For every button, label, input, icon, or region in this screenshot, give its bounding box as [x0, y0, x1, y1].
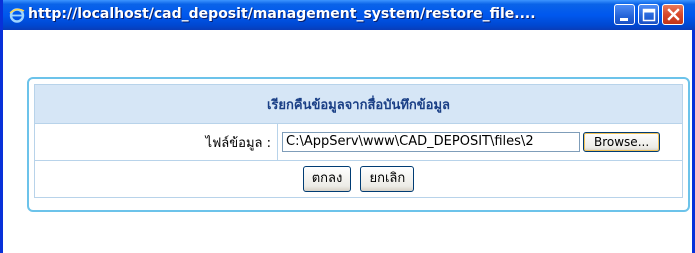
title-bar[interactable]: http://localhost/cad_deposit/management_… — [3, 0, 695, 30]
maximize-icon — [642, 8, 656, 22]
close-button[interactable] — [662, 4, 684, 25]
restore-form-table: เรียกคืนข้อมูลจากสื่อบันทึกข้อมูล ไฟล์ข้… — [34, 84, 683, 198]
form-heading: เรียกคืนข้อมูลจากสื่อบันทึกข้อมูล — [34, 84, 683, 124]
browser-popup-window: http://localhost/cad_deposit/management_… — [0, 0, 695, 253]
internet-explorer-icon — [9, 7, 25, 23]
form-actions: ตกลง ยกเลิก — [34, 160, 683, 198]
file-path-input[interactable]: C:\AppServ\www\CAD_DEPOSIT\files\2 — [282, 132, 580, 153]
minimize-icon — [620, 18, 628, 21]
file-label: ไฟล์ข้อมูล : — [34, 123, 278, 161]
close-icon — [667, 8, 680, 21]
restore-file-panel: เรียกคืนข้อมูลจากสื่อบันทึกข้อมูล ไฟล์ข้… — [27, 77, 690, 212]
ok-button[interactable]: ตกลง — [302, 166, 352, 192]
maximize-button[interactable] — [638, 4, 659, 25]
file-field-cell: C:\AppServ\www\CAD_DEPOSIT\files\2 Browse… — [277, 123, 683, 161]
cancel-button[interactable]: ยกเลิก — [360, 166, 415, 192]
minimize-button[interactable] — [614, 4, 635, 25]
window-title: http://localhost/cad_deposit/management_… — [28, 6, 536, 22]
browse-button[interactable]: Browse... — [583, 132, 661, 153]
